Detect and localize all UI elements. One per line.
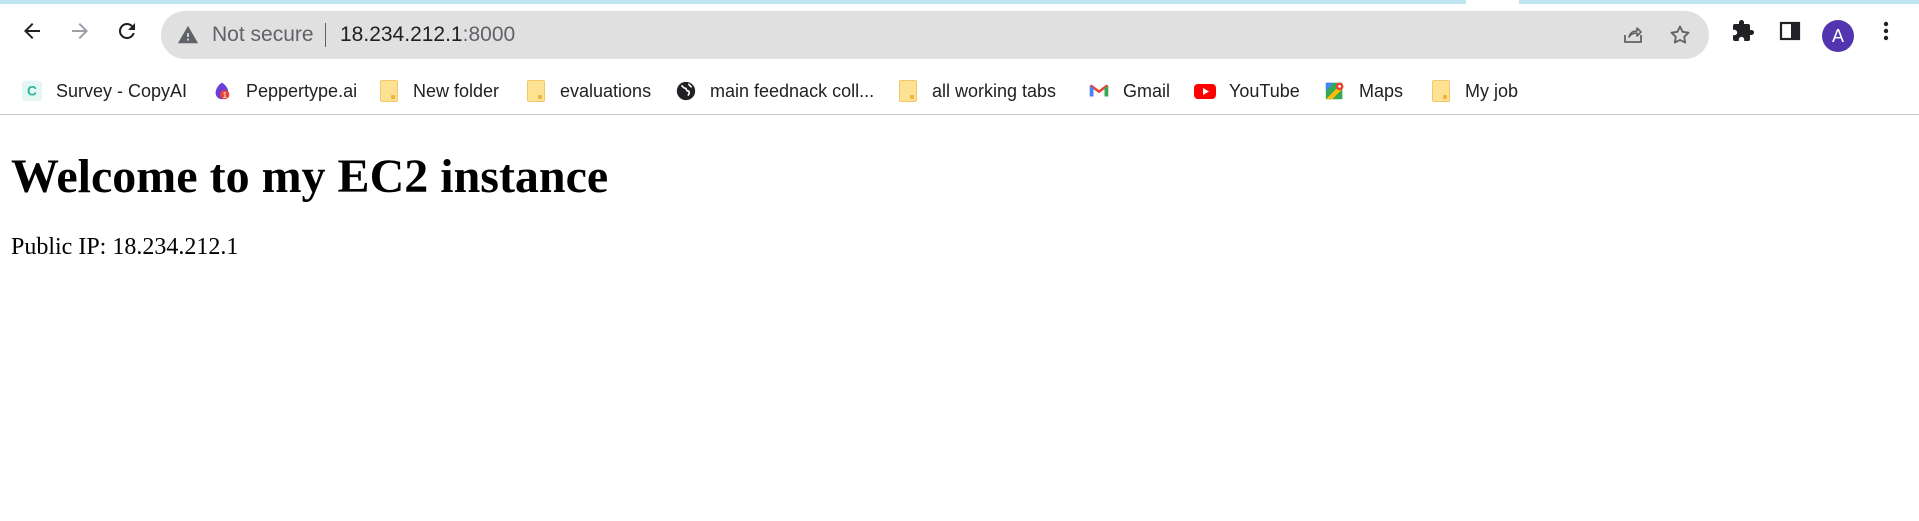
bookmark-all-working-tabs[interactable]: all working tabs [896,75,1056,107]
url-host: 18.234.212.1 [340,23,463,46]
warning-icon[interactable] [177,24,199,46]
bookmark-peppertype[interactable]: 1 Peppertype.ai [210,75,357,107]
reload-button[interactable] [107,11,147,51]
bookmark-new-folder[interactable]: New folder [377,75,499,107]
bookmark-main-feedback[interactable]: main feednack coll... [674,75,874,107]
bookmark-label: Gmail [1123,80,1171,101]
extensions-puzzle-icon[interactable] [1727,15,1759,47]
security-status[interactable]: Not secure [212,11,314,59]
folder-icon [377,79,401,103]
menu-kebab-icon[interactable] [1870,15,1902,47]
bookmark-label: all working tabs [932,80,1057,101]
page-content: Welcome to my EC2 instance Public IP: 18… [0,116,1919,521]
side-panel-icon[interactable] [1774,15,1806,47]
back-arrow-icon [24,23,40,39]
reload-icon [118,22,135,39]
peppertype-icon: 1 [210,79,234,103]
tab-strip-right [1519,0,1919,4]
bookmark-survey-copyai[interactable]: C Survey - CopyAI [20,75,187,107]
youtube-icon [1193,79,1217,103]
bookmark-star-icon[interactable] [1666,21,1694,49]
gmail-icon [1087,79,1111,103]
address-bar[interactable]: Not secure 18.234.212.1:8000 [161,11,1709,59]
maps-icon [1323,79,1347,103]
back-button[interactable] [12,11,52,51]
forward-arrow-icon [72,23,88,39]
profile-avatar[interactable]: A [1822,20,1854,52]
tab-strip-left [0,0,1466,4]
public-ip-text: Public IP: 18.234.212.1 [11,234,239,260]
svg-text:1: 1 [222,91,227,100]
browser-toolbar: Not secure 18.234.212.1:8000 A [0,5,1919,67]
bookmarks-bar: C Survey - CopyAI 1 Peppertype.ai New fo… [0,67,1919,115]
bookmark-label: New folder [413,80,500,101]
folder-icon [1429,79,1453,103]
bookmark-label: My job [1465,80,1519,101]
bookmark-gmail[interactable]: Gmail [1087,75,1170,107]
url-port: :8000 [462,23,516,46]
bookmark-label: evaluations [560,80,652,101]
bookmark-label: Maps [1359,80,1404,101]
bookmark-label: Peppertype.ai [246,80,358,101]
bookmark-label: YouTube [1229,80,1300,101]
bookmark-my-job[interactable]: My job [1429,75,1518,107]
folder-icon [896,79,920,103]
bookmark-maps[interactable]: Maps [1323,75,1403,107]
bookmark-label: main feednack coll... [710,80,875,101]
omnibox-divider [325,23,326,47]
svg-text:C: C [27,84,37,99]
url-text[interactable]: 18.234.212.1:8000 [340,11,515,59]
globe-icon [674,79,698,103]
folder-icon [524,79,548,103]
bookmark-youtube[interactable]: YouTube [1193,75,1300,107]
share-icon[interactable] [1619,21,1647,49]
forward-button[interactable] [60,11,100,51]
copyai-icon: C [20,79,44,103]
page-heading: Welcome to my EC2 instance [11,150,609,203]
bookmark-evaluations[interactable]: evaluations [524,75,651,107]
bookmark-label: Survey - CopyAI [56,80,188,101]
